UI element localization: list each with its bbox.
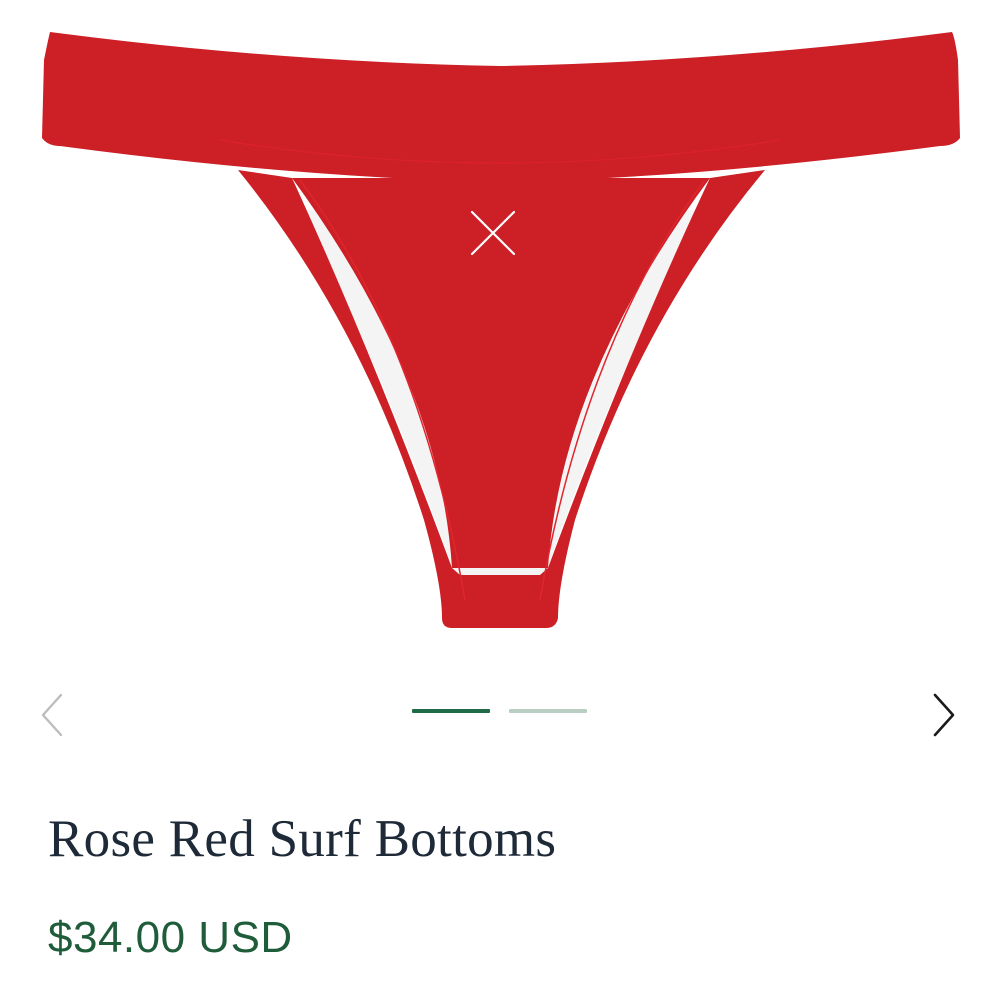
image-carousel-controls	[0, 680, 1000, 750]
carousel-pagination	[412, 709, 592, 715]
product-price: $34.00 USD	[48, 913, 293, 962]
bottoms-waistband	[42, 32, 960, 182]
chevron-right-icon	[933, 693, 955, 737]
carousel-dot[interactable]	[509, 709, 587, 713]
previous-image-button[interactable]	[32, 692, 72, 738]
chevron-left-icon	[41, 693, 63, 737]
carousel-dot-active[interactable]	[412, 709, 490, 713]
product-title: Rose Red Surf Bottoms	[48, 810, 557, 868]
next-image-button[interactable]	[924, 692, 964, 738]
product-page: Rose Red Surf Bottoms $34.00 USD	[0, 0, 1000, 1000]
product-image[interactable]	[0, 0, 1000, 660]
bottoms-center-panel	[292, 178, 710, 568]
swim-bottoms-illustration	[42, 32, 960, 628]
